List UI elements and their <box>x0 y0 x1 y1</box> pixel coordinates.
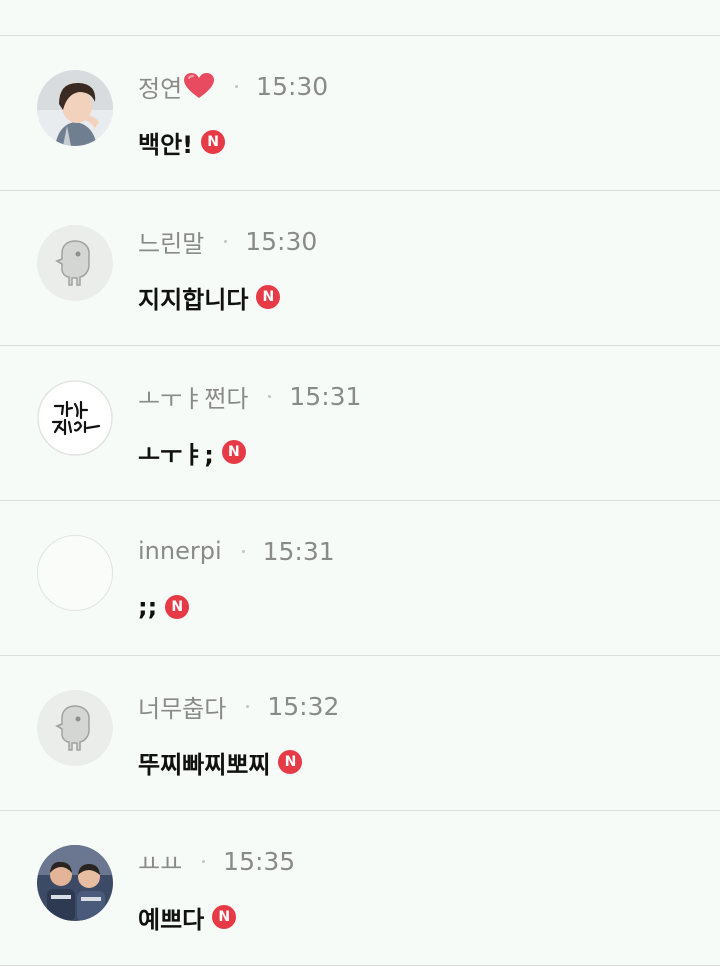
comment-item[interactable]: innerpi 15:31 ;; N <box>0 501 720 656</box>
avatar[interactable] <box>37 690 113 766</box>
photo-kids-icon <box>37 845 113 921</box>
default-character-icon <box>37 690 113 766</box>
calligraphy-icon <box>37 380 113 456</box>
top-strip <box>0 0 720 36</box>
avatar[interactable] <box>37 225 113 301</box>
separator-dot <box>235 84 239 88</box>
comment-item[interactable]: 너무춥다 15:32 뚜찌빠찌뽀찌 N <box>0 656 720 811</box>
comment-meta: 정연 15:30 <box>138 69 329 104</box>
timestamp: 15:30 <box>245 226 318 256</box>
heart-icon <box>183 72 215 100</box>
comment-meta: ㅗㅜㅑ쩐다 15:31 <box>138 379 362 414</box>
comment-body: 백안! <box>138 130 194 159</box>
comment-text: 뚜찌빠찌뽀찌 N <box>138 744 303 780</box>
comment-body: ;; <box>138 593 158 621</box>
photo-woman-icon <box>37 70 113 146</box>
comment-item[interactable]: ㅛㅛ 15:35 예쁘다 N <box>0 811 720 966</box>
author-name[interactable]: ㅛㅛ <box>138 844 182 879</box>
timestamp: 15:32 <box>267 691 340 721</box>
comment-body: 지지합니다 <box>138 285 249 314</box>
default-character-icon <box>37 225 113 301</box>
avatar[interactable] <box>37 535 113 611</box>
new-badge: N <box>278 750 303 774</box>
comment-meta: 느린말 15:30 <box>138 224 318 259</box>
comment-item[interactable]: 느린말 15:30 지지합니다 N <box>0 191 720 346</box>
timestamp: 15:35 <box>223 846 296 876</box>
comment-item[interactable]: 정연 15:30 백안! N <box>0 36 720 191</box>
comment-body: 예쁘다 <box>138 905 205 934</box>
author-name[interactable]: ㅗㅜㅑ쩐다 <box>138 379 248 414</box>
avatar[interactable] <box>37 845 113 921</box>
comment-text: 지지합니다 N <box>138 279 281 315</box>
avatar[interactable] <box>37 380 113 456</box>
timestamp: 15:31 <box>262 536 335 566</box>
new-badge: N <box>212 905 237 929</box>
comment-meta: ㅛㅛ 15:35 <box>138 844 296 879</box>
author-name[interactable]: innerpi <box>138 537 222 565</box>
comment-text: ㅗㅜㅑ; N <box>138 434 246 470</box>
timestamp: 15:31 <box>289 381 362 411</box>
comment-body: 뚜찌빠찌뽀찌 <box>138 750 271 779</box>
comment-meta: innerpi 15:31 <box>138 535 335 567</box>
comment-text: 백안! N <box>138 124 226 160</box>
new-badge: N <box>201 130 226 154</box>
comment-text: ;; N <box>138 589 190 625</box>
avatar[interactable] <box>37 70 113 146</box>
new-badge: N <box>165 595 190 619</box>
separator-dot <box>246 704 250 708</box>
separator-dot <box>202 859 206 863</box>
new-badge: N <box>221 440 246 464</box>
author-name[interactable]: 정연 <box>138 69 182 104</box>
comment-body: ㅗㅜㅑ; <box>138 440 214 469</box>
comment-meta: 너무춥다 15:32 <box>138 689 340 724</box>
author-name[interactable]: 너무춥다 <box>138 689 226 724</box>
comment-item[interactable]: ㅗㅜㅑ쩐다 15:31 ㅗㅜㅑ; N <box>0 346 720 501</box>
author-name[interactable]: 느린말 <box>138 224 204 259</box>
comment-list: 정연 15:30 백안! N 느린말 15:30 지지합니다 N ㅗㅜㅑ쩐다 1… <box>0 36 720 966</box>
separator-dot <box>224 239 228 243</box>
comment-text: 예쁘다 N <box>138 899 237 935</box>
timestamp: 15:30 <box>256 71 329 101</box>
new-badge: N <box>256 285 281 309</box>
separator-dot <box>241 549 245 553</box>
separator-dot <box>268 394 272 398</box>
